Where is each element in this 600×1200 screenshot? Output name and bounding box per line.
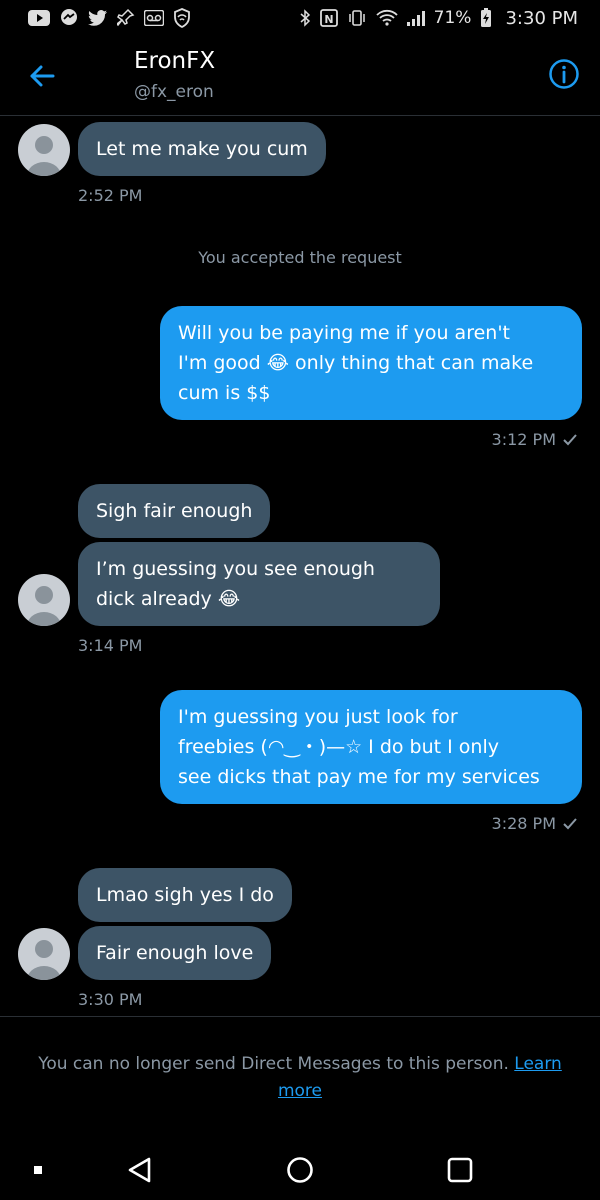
default-avatar-icon [27, 136, 61, 176]
svg-text:N: N [324, 13, 333, 26]
nav-recents-icon [34, 1166, 42, 1174]
message-line: Will you be paying me if you aren't [178, 322, 510, 344]
sent-checkmark-icon [563, 817, 577, 829]
nav-back-icon [128, 1157, 151, 1183]
dm-disabled-footer: You can no longer send Direct Messages t… [0, 1016, 600, 1140]
nav-back-button[interactable] [122, 1152, 158, 1188]
status-time: 3:30 PM [505, 7, 578, 29]
message-bubble-incoming[interactable]: I’m guessing you see enough dick already… [78, 542, 440, 626]
bluetooth-icon [299, 9, 311, 27]
message-timestamp: 3:30 PM [78, 990, 143, 1009]
nav-overview-icon [447, 1157, 473, 1183]
message-timestamp: 3:28 PM [492, 814, 578, 833]
system-navigation-bar [0, 1140, 600, 1200]
status-bar-left [28, 8, 191, 28]
notice-text: You can no longer send Direct Messages t… [38, 1054, 509, 1074]
conversation-title[interactable]: EronFX [134, 48, 215, 74]
timestamp-text: 3:12 PM [491, 430, 556, 449]
vibrate-icon [347, 9, 367, 27]
message-line: freebies (◠‿・)—☆ I do but I only [178, 736, 499, 758]
signal-icon [406, 10, 425, 26]
nav-home-button[interactable] [282, 1152, 318, 1188]
battery-charging-icon [480, 8, 492, 28]
avatar[interactable] [18, 574, 70, 626]
system-message: You accepted the request [198, 248, 402, 267]
message-line: I'm guessing you just look for [178, 706, 458, 728]
message-line: dick already 😂 [96, 588, 241, 610]
message-bubble-outgoing[interactable]: I'm guessing you just look for freebies … [160, 690, 582, 804]
default-avatar-icon [27, 586, 61, 626]
back-arrow-icon [30, 65, 55, 87]
message-bubble-incoming[interactable]: Fair enough love [78, 926, 272, 980]
message-line: I'm good 😂 only thing that can make [178, 352, 534, 374]
avatar[interactable] [18, 928, 70, 980]
vpn-shield-icon [173, 8, 191, 28]
avatar[interactable] [18, 124, 70, 176]
status-bar-right: N 71% 3:30 PM [299, 8, 578, 29]
battery-percent: 71% [433, 8, 472, 28]
message-line: I’m guessing you see enough [96, 558, 375, 580]
message-timestamp: 3:12 PM [492, 430, 578, 449]
nav-home-icon [287, 1157, 313, 1183]
back-button[interactable] [22, 56, 62, 96]
timestamp-text: 3:28 PM [491, 814, 556, 833]
youtube-notification-icon [28, 10, 50, 26]
status-bar: N 71% 3:30 PM [0, 0, 600, 36]
message-line: cum is $$ [178, 382, 271, 404]
pin-notification-icon [117, 8, 135, 28]
dm-disabled-notice: You can no longer send Direct Messages t… [26, 1051, 574, 1105]
default-avatar-icon [27, 940, 61, 980]
voicemail-notification-icon [144, 10, 164, 26]
info-button[interactable] [548, 58, 580, 90]
message-bubble-incoming[interactable]: Let me make you cum [78, 122, 326, 176]
messenger-notification-icon [59, 8, 79, 28]
nav-overview-button[interactable] [442, 1152, 478, 1188]
conversation-header: EronFX @fx_eron [0, 36, 600, 116]
message-bubble-incoming[interactable]: Lmao sigh yes I do [78, 868, 292, 922]
message-line: see dicks that pay me for my services [178, 766, 540, 788]
twitter-notification-icon [88, 9, 108, 27]
nav-extra-button[interactable] [20, 1152, 56, 1188]
message-bubble-incoming[interactable]: Sigh fair enough [78, 484, 271, 538]
conversation-handle[interactable]: @fx_eron [134, 82, 214, 102]
sent-checkmark-icon [563, 433, 577, 445]
wifi-icon [376, 9, 398, 27]
message-bubble-outgoing[interactable]: Will you be paying me if you aren't I'm … [160, 306, 582, 420]
nfc-icon: N [319, 9, 338, 27]
info-icon [549, 59, 579, 89]
message-timestamp: 2:52 PM [78, 186, 143, 205]
message-timestamp: 3:14 PM [78, 636, 143, 655]
